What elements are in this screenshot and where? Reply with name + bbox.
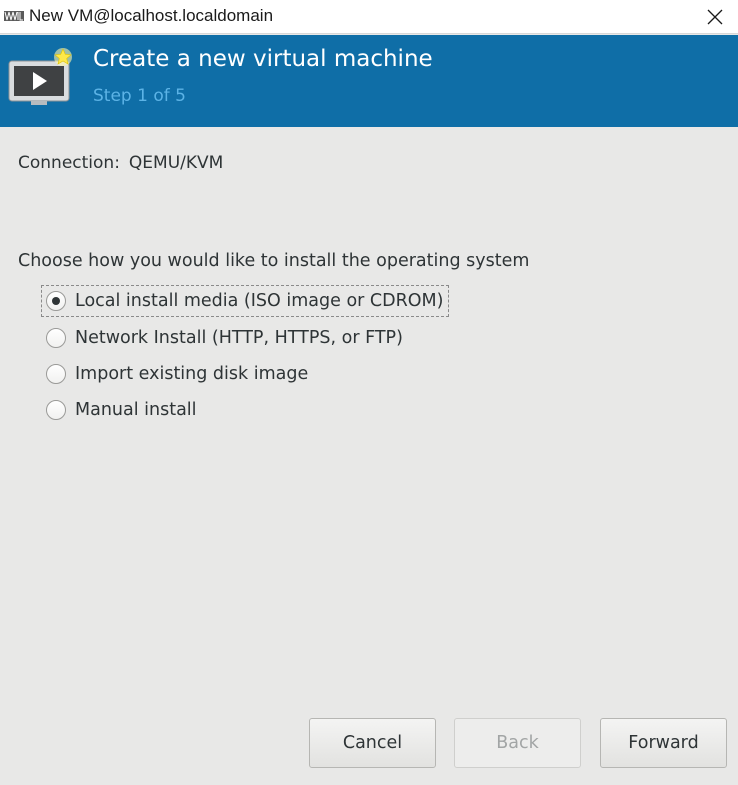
radio-label: Manual install (75, 400, 197, 420)
close-icon (707, 9, 723, 24)
back-button[interactable]: Back (454, 718, 581, 768)
radio-label: Local install media (ISO image or CDROM) (75, 291, 444, 311)
window-title: New VM@localhost.localdomain (29, 6, 274, 25)
new-vm-dialog: New VM@localhost.localdomain Create a ne… (0, 0, 738, 785)
connection-row: Connection: QEMU/KVM (18, 153, 223, 173)
radio-label: Import existing disk image (75, 364, 309, 384)
connection-value: QEMU/KVM (128, 153, 224, 173)
radio-label: Network Install (HTTP, HTTPS, or FTP) (75, 328, 403, 348)
connection-label: Connection: (18, 153, 120, 173)
radio-button[interactable] (46, 328, 66, 348)
radio-local-install-media[interactable]: Local install media (ISO image or CDROM) (41, 285, 450, 317)
radio-button-checked[interactable] (46, 291, 66, 311)
radio-network-install[interactable]: Network Install (HTTP, HTTPS, or FTP) (41, 322, 409, 354)
forward-button[interactable]: Forward (600, 718, 727, 768)
new-vm-monitor-icon (8, 48, 72, 105)
step-indicator: Step 1 of 5 (93, 86, 186, 106)
title-bar: New VM@localhost.localdomain (0, 0, 738, 34)
radio-button[interactable] (46, 364, 66, 384)
radio-manual-install[interactable]: Manual install (41, 394, 203, 426)
radio-import-disk-image[interactable]: Import existing disk image (41, 358, 314, 390)
cancel-button[interactable]: Cancel (309, 718, 436, 768)
radio-button[interactable] (46, 400, 66, 420)
virt-manager-icon (4, 11, 24, 21)
page-title: Create a new virtual machine (93, 46, 433, 72)
close-button[interactable] (692, 0, 738, 33)
header-banner: Create a new virtual machine Step 1 of 5 (0, 35, 738, 127)
install-method-prompt: Choose how you would like to install the… (18, 251, 530, 271)
